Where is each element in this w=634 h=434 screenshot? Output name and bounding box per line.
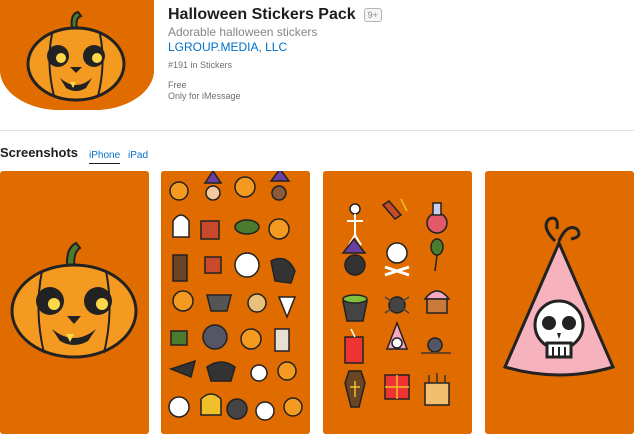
skull-party-hat-sticker <box>502 216 616 377</box>
sticker-grid <box>323 171 472 434</box>
jack-o-lantern-icon <box>0 0 154 110</box>
tab-iphone[interactable]: iPhone <box>89 150 121 164</box>
section-divider <box>0 130 634 131</box>
app-title: Halloween Stickers Pack <box>168 6 356 23</box>
tab-ipad[interactable]: iPad <box>128 150 148 161</box>
developer-link[interactable]: LGROUP.MEDIA, LLC <box>168 40 287 54</box>
screenshot-3[interactable] <box>323 171 472 434</box>
screenshot-2[interactable] <box>161 171 310 434</box>
chart-rank: #191 in Stickers <box>168 60 233 70</box>
screenshot-1[interactable] <box>0 171 149 434</box>
jack-o-lantern-sticker <box>10 241 138 359</box>
app-subtitle: Adorable halloween stickers <box>168 25 318 39</box>
app-icon <box>0 0 154 110</box>
screenshot-4[interactable] <box>485 171 634 434</box>
age-rating-badge: 9+ <box>363 8 382 22</box>
price-label: Free <box>168 80 187 90</box>
screenshots-heading: Screenshots <box>0 145 79 160</box>
platform-note: Only for iMessage <box>168 91 241 101</box>
sticker-pattern <box>161 171 310 434</box>
